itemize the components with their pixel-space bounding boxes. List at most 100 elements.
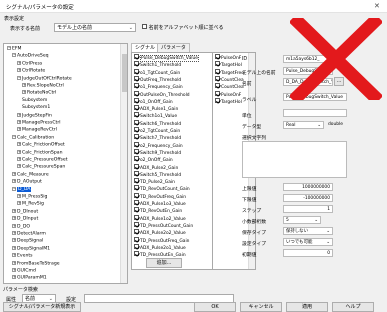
display-name-select[interactable]: モデル上の名前 ⌄ [54,23,136,32]
tree-item[interactable]: +Events [12,253,33,259]
signal-checkbox[interactable] [134,178,139,184]
tree-item[interactable]: +Rev.SlopeNoCtrl [22,83,64,89]
signal-item[interactable]: Switch6_Threshold [134,119,181,127]
expand-icon[interactable]: + [12,275,16,280]
init-field[interactable]: 0 [283,249,333,257]
signal-checkbox[interactable] [134,229,139,235]
signal-item[interactable]: ADX_Pulse1_Gain [134,105,178,112]
tree-item[interactable]: −AutoDriveSeq [12,53,49,59]
expand-icon[interactable]: + [12,179,16,184]
signal-checkbox[interactable] [134,112,139,118]
tree-item[interactable]: +GUICmd [12,268,36,274]
signal-checkbox[interactable] [134,163,139,169]
signal-item[interactable]: Pulse_DebugSwitch_Value [134,54,199,62]
tree-item[interactable]: −Calc_Calibration [12,134,54,141]
signal-item[interactable]: TargetFreq [215,68,244,76]
expand-icon[interactable]: + [22,90,26,95]
signal-item[interactable]: o2_TgtCount_Gain [134,127,180,134]
signal-checkbox[interactable] [134,90,139,96]
expand-icon[interactable]: + [12,253,16,258]
signal-item[interactable]: o1_TgtCount_Gain [134,68,180,76]
signal-item[interactable]: o2_OnOff_Gain [134,156,173,163]
signal-item[interactable]: TD_RevOutCount_Gain [134,185,190,192]
signal-item[interactable]: TargetHol [215,97,242,105]
signal-checkbox[interactable] [215,97,220,103]
signal-checkbox[interactable] [134,156,139,162]
signal-item[interactable]: TD_Pulse2_Gain [134,178,175,185]
collapse-icon[interactable]: − [12,186,16,191]
ok-button[interactable]: OK [194,302,236,312]
expand-icon[interactable]: + [17,164,21,169]
tree-item[interactable]: +Calc_PressureSpan [17,164,65,170]
tree-item[interactable]: − D_DA [12,186,32,193]
tree-item[interactable]: +FromBaseToStrage [12,260,60,267]
tree-item[interactable]: +M_PressSig [17,194,47,200]
tree-item[interactable]: Subsystem [22,98,47,104]
signal-item[interactable]: TD_RevOutEn_Gain [134,207,182,214]
expand-icon[interactable]: + [22,83,26,87]
signal-checkbox[interactable] [134,243,139,249]
expand-icon[interactable]: + [12,171,16,176]
apply-button[interactable]: 適用 [286,302,328,312]
expand-icon[interactable]: + [17,194,21,198]
signal-item[interactable]: TD_RevOutFreq_Gain [134,192,186,200]
tree-item[interactable]: +M_RevSig [17,201,44,207]
tree-item[interactable]: +Calc_Measure [12,171,49,178]
tree-item[interactable]: +D_AOutput [12,179,42,185]
signal-checkbox[interactable] [134,170,139,176]
cancel-button[interactable]: キャンセル [240,302,282,312]
expand-icon[interactable]: + [17,127,21,132]
signal-item[interactable]: TD_PressOutCount_Gain [134,221,193,229]
tree-item[interactable]: +CtrlRotate [17,68,45,74]
signal-checkbox[interactable] [134,192,139,198]
tree-item[interactable]: Subsystem1 [22,105,50,111]
collapse-icon[interactable]: − [12,134,16,139]
signal-checkbox[interactable] [134,251,139,257]
signal-checkbox[interactable] [215,54,220,59]
tree-item[interactable]: +CtrlPress [17,60,42,67]
tree-item[interactable]: +RotateNoCtrl [22,90,56,96]
expand-icon[interactable]: + [12,245,16,250]
tree-item[interactable]: −EFM [7,46,22,52]
signal-checkbox[interactable] [134,207,139,213]
tree-item[interactable]: +D_DInout [12,208,38,215]
expand-icon[interactable]: + [17,112,21,117]
alpha-sort-checkbox[interactable] [142,24,147,29]
tree-scroll-thumb[interactable] [122,54,127,92]
signal-checkbox[interactable] [134,214,139,220]
expand-icon[interactable]: + [12,208,16,213]
expand-icon[interactable]: + [12,268,16,272]
signal-item[interactable]: TD_PressOutEn_Gain [134,251,186,258]
signal-checkbox[interactable] [134,54,139,59]
signal-item[interactable]: PulseOnF [215,90,241,98]
signal-item[interactable]: Switch1_Threshold [134,61,181,68]
signal-item[interactable]: ADX_Pulse2o1_Value [134,243,186,251]
expand-icon[interactable]: + [12,216,16,221]
signal-item[interactable]: OutPulseOn_Threshold [134,90,190,98]
decimal-select[interactable]: 5 ⌄ [283,216,321,224]
signal-checkbox[interactable] [134,236,139,242]
setting-type-select[interactable]: いつでも可能 ⌄ [283,238,333,246]
tree-item[interactable]: +DetectAlarm [12,231,46,237]
signal-checkbox[interactable] [134,221,139,227]
alpha-sort-option[interactable]: 名前をアルファベット順に並べる [142,24,224,31]
signal-checkbox[interactable] [215,61,220,67]
expand-icon[interactable]: + [17,142,21,147]
signal-list[interactable]: Pulse_DebugSwitch_Value Switch1_Threshold… [131,52,222,270]
signal-checkbox[interactable] [134,134,139,140]
signal-tree[interactable]: −EFM −AutoDriveSeq +CtrlPress +CtrlRotate −J… [3,43,128,284]
tree-scrollbar[interactable] [120,44,127,283]
signal-checkbox[interactable] [134,127,139,132]
expand-icon[interactable]: + [12,238,16,243]
help-button[interactable]: ヘルプ [332,302,374,312]
signal-item[interactable]: Switch9_Threshold [134,148,181,156]
expand-icon[interactable]: + [17,60,21,65]
max-field[interactable]: 1000000000 [283,183,333,191]
collapse-icon[interactable]: − [12,53,16,58]
tree-item[interactable]: +ManagePressCtrl [17,120,61,126]
signal-checkbox[interactable] [215,68,220,74]
signal-checkbox[interactable] [134,83,139,89]
signal-item[interactable]: o2_Frequency_Gain [134,141,183,149]
signal-checkbox[interactable] [215,83,220,89]
expand-icon[interactable]: + [12,223,16,228]
